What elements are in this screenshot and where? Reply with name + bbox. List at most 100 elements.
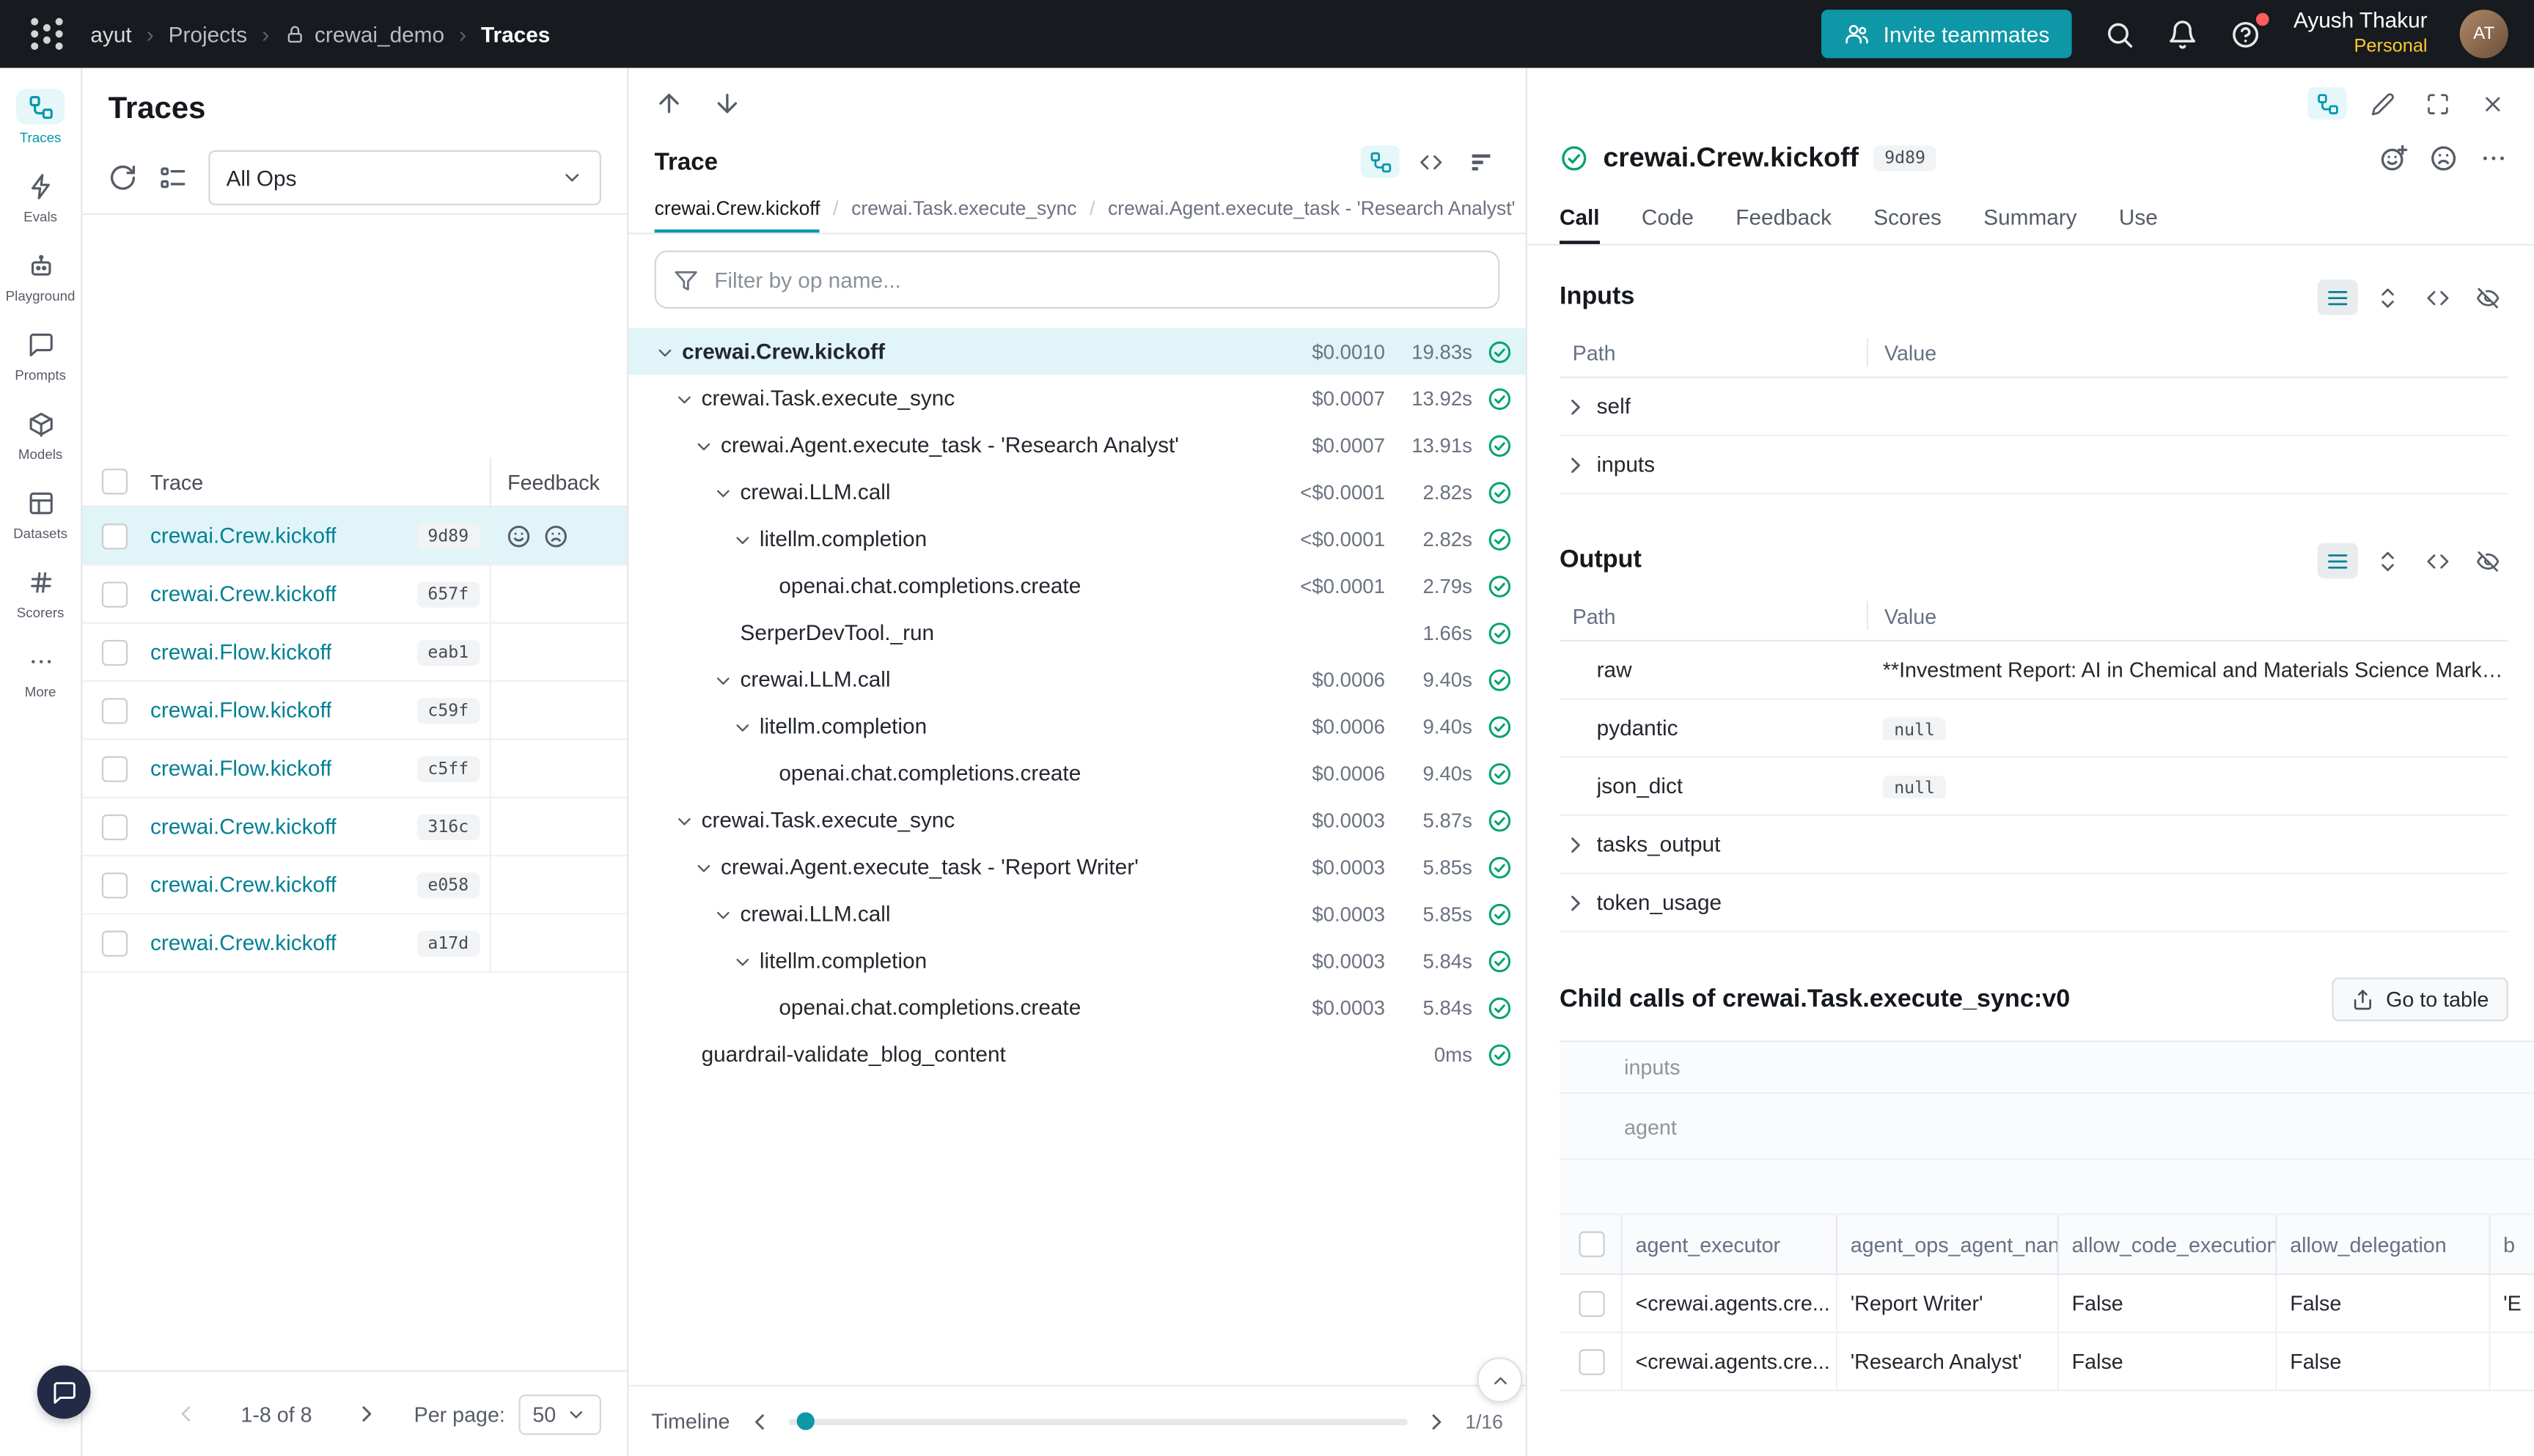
input-row[interactable]: self <box>1560 378 2508 436</box>
tab-code[interactable]: Code <box>1642 191 1694 244</box>
prev-page-icon[interactable] <box>173 1401 199 1427</box>
json-view-button[interactable] <box>2417 543 2458 578</box>
column-header-feedback[interactable]: Feedback <box>490 457 627 506</box>
row-checkbox[interactable] <box>102 581 128 606</box>
timeline-next-icon[interactable] <box>1423 1408 1449 1434</box>
trace-op-link[interactable]: crewai.Crew.kickoff <box>150 815 337 839</box>
select-all-checkbox[interactable] <box>1579 1232 1604 1257</box>
tree-row[interactable]: guardrail-validate_blog_content 0ms <box>628 1031 1525 1078</box>
chevron-right-icon[interactable] <box>1562 889 1588 915</box>
row-checkbox[interactable] <box>1579 1348 1604 1374</box>
expand-rows-button[interactable] <box>2368 543 2408 578</box>
tree-row[interactable]: crewai.Task.execute_sync $0.0007 13.92s <box>628 375 1525 422</box>
list-view-button[interactable] <box>2318 279 2358 315</box>
tree-row[interactable]: litellm.completion $0.0003 5.84s <box>628 937 1525 984</box>
frowny-icon[interactable] <box>543 523 569 548</box>
chevron-down-icon[interactable] <box>694 856 721 878</box>
row-checkbox[interactable] <box>1579 1290 1604 1316</box>
tree-row[interactable]: SerperDevTool._run 1.66s <box>628 609 1525 656</box>
tab-summary[interactable]: Summary <box>1983 191 2076 244</box>
trace-row[interactable]: crewai.Flow.kickoff c59f <box>82 682 627 740</box>
chevron-right-icon[interactable] <box>1562 831 1588 857</box>
go-to-table-button[interactable]: Go to table <box>2332 977 2508 1021</box>
add-reaction-icon[interactable] <box>2379 144 2408 173</box>
add-note-icon[interactable] <box>2429 144 2458 173</box>
output-row[interactable]: json_dict null <box>1560 758 2508 816</box>
trace-op-link[interactable]: crewai.Crew.kickoff <box>150 931 337 955</box>
trace-row[interactable]: crewai.Flow.kickoff c5ff <box>82 740 627 798</box>
tree-row[interactable]: openai.chat.completions.create $0.0006 9… <box>628 750 1525 797</box>
chevron-down-icon[interactable] <box>713 902 740 925</box>
sidebar-item-models[interactable]: Models <box>0 397 81 470</box>
trace-row[interactable]: crewai.Flow.kickoff eab1 <box>82 624 627 682</box>
tab-feedback[interactable]: Feedback <box>1736 191 1832 244</box>
tree-row[interactable]: crewai.Agent.execute_task - 'Report Writ… <box>628 844 1525 891</box>
help-button[interactable] <box>2230 18 2261 49</box>
column-header[interactable]: allow_code_execution <box>2057 1215 2276 1273</box>
invite-teammates-button[interactable]: Invite teammates <box>1822 10 2072 58</box>
row-checkbox[interactable] <box>102 872 128 897</box>
split-view-button[interactable] <box>2307 87 2346 120</box>
next-page-icon[interactable] <box>354 1401 380 1427</box>
expand-rows-button[interactable] <box>2368 279 2408 315</box>
user-menu[interactable]: Ayush Thakur Personal <box>2294 9 2428 59</box>
trace-op-link[interactable]: crewai.Flow.kickoff <box>150 698 332 722</box>
chevron-down-icon[interactable] <box>713 481 740 504</box>
chevron-down-icon[interactable] <box>694 434 721 457</box>
scroll-to-top-button[interactable] <box>1477 1357 1523 1402</box>
row-checkbox[interactable] <box>102 697 128 723</box>
chevron-down-icon[interactable] <box>674 809 701 831</box>
timeline-prev-icon[interactable] <box>746 1408 772 1434</box>
path-tab[interactable]: crewai.Task.execute_sync <box>851 184 1076 232</box>
select-all-checkbox[interactable] <box>102 468 128 494</box>
chevron-down-icon[interactable] <box>732 949 759 972</box>
trace-row[interactable]: crewai.Crew.kickoff 316c <box>82 798 627 856</box>
breadcrumb-team[interactable]: ayut <box>90 22 131 46</box>
trace-row[interactable]: crewai.Crew.kickoff 9d89 <box>82 507 627 565</box>
path-tab[interactable]: crewai.Crew.kickoff <box>655 184 820 232</box>
sidebar-item-scorers[interactable]: Scorers <box>0 556 81 628</box>
tree-row[interactable]: crewai.Crew.kickoff $0.0010 19.83s <box>628 328 1525 375</box>
output-row[interactable]: pydantic null <box>1560 699 2508 757</box>
sidebar-item-prompts[interactable]: Prompts <box>0 318 81 391</box>
sidebar-item-evals[interactable]: Evals <box>0 160 81 232</box>
trace-op-link[interactable]: crewai.Crew.kickoff <box>150 523 337 548</box>
tree-row[interactable]: crewai.Agent.execute_task - 'Research An… <box>628 422 1525 468</box>
output-row[interactable]: raw **Investment Report: AI in Chemical … <box>1560 641 2508 699</box>
refresh-icon[interactable] <box>109 163 138 193</box>
sidebar-item-datasets[interactable]: Datasets <box>0 477 81 549</box>
trace-row[interactable]: crewai.Crew.kickoff a17d <box>82 915 627 973</box>
flame-view-button[interactable] <box>1461 145 1500 177</box>
tree-view-button[interactable] <box>1361 145 1400 177</box>
column-header[interactable]: b <box>2489 1215 2534 1273</box>
tree-row[interactable]: openai.chat.completions.create <$0.0001 … <box>628 562 1525 609</box>
smiley-icon[interactable] <box>506 523 532 548</box>
sidebar-item-playground[interactable]: Playground <box>0 239 81 312</box>
row-checkbox[interactable] <box>102 814 128 839</box>
chevron-down-icon[interactable] <box>655 340 682 363</box>
tree-row[interactable]: litellm.completion <$0.0001 2.82s <box>628 515 1525 562</box>
overflow-menu-icon[interactable] <box>2479 144 2508 173</box>
row-checkbox[interactable] <box>102 755 128 781</box>
path-tab[interactable]: crewai.Agent.execute_task - 'Research An… <box>1108 184 1516 232</box>
trace-op-link[interactable]: crewai.Crew.kickoff <box>150 872 337 897</box>
breadcrumb-projects[interactable]: Projects <box>169 22 248 46</box>
tree-row[interactable]: crewai.LLM.call $0.0003 5.85s <box>628 890 1525 937</box>
tab-call[interactable]: Call <box>1560 191 1600 244</box>
column-header[interactable]: allow_delegation <box>2275 1215 2489 1273</box>
column-header[interactable]: agent_ops_agent_nan <box>1836 1215 2057 1273</box>
timeline-slider-handle[interactable] <box>796 1411 814 1429</box>
json-view-button[interactable] <box>2417 279 2458 315</box>
child-call-row[interactable]: <crewai.agents.cre... 'Report Writer' Fa… <box>1560 1275 2534 1333</box>
hide-values-button[interactable] <box>2468 279 2508 315</box>
tree-row[interactable]: crewai.LLM.call <$0.0001 2.82s <box>628 468 1525 515</box>
trace-op-link[interactable]: crewai.Flow.kickoff <box>150 757 332 781</box>
chat-launcher-button[interactable] <box>37 1365 91 1419</box>
next-call-down-icon[interactable] <box>713 89 742 118</box>
output-row[interactable]: token_usage <box>1560 874 2508 932</box>
tree-row[interactable]: crewai.Task.execute_sync $0.0003 5.87s <box>628 797 1525 844</box>
trace-row[interactable]: crewai.Crew.kickoff 657f <box>82 565 627 623</box>
close-panel-button[interactable] <box>2472 87 2511 120</box>
row-checkbox[interactable] <box>102 523 128 548</box>
prev-call-up-icon[interactable] <box>655 89 684 118</box>
